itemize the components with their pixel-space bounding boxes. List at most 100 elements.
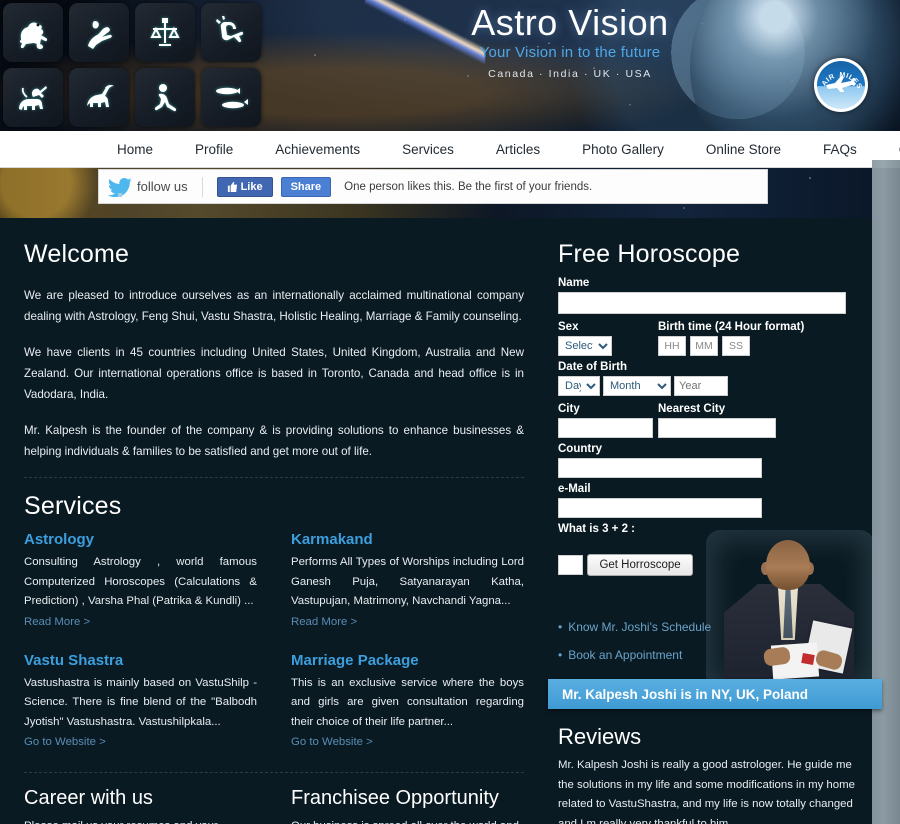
birth-minute-input[interactable]: MM: [690, 336, 718, 356]
service-readmore-link[interactable]: Read More >: [24, 616, 90, 628]
service-title[interactable]: Marriage Package: [291, 652, 524, 669]
service-readmore-link[interactable]: Read More >: [291, 616, 357, 628]
sex-select[interactable]: Select: [558, 336, 612, 356]
twitter-bird-icon[interactable]: [107, 177, 133, 197]
service-title[interactable]: Astrology: [24, 531, 257, 548]
service-website-link[interactable]: Go to Website >: [291, 736, 373, 748]
facebook-like-bar: follow us Like Share One person likes th…: [98, 169, 768, 204]
location-highlight-banner: Mr. Kalpesh Joshi is in NY, UK, Poland: [548, 679, 882, 709]
country-input[interactable]: [558, 458, 762, 478]
dob-month-select[interactable]: Month: [603, 376, 671, 396]
nav-item-online-store[interactable]: Online Store: [685, 131, 802, 168]
city-input[interactable]: [558, 418, 653, 438]
service-title[interactable]: Vastu Shastra: [24, 652, 257, 669]
divider: [201, 176, 203, 197]
services-heading: Services: [24, 492, 122, 520]
service-card-astrology: Astrology Consulting Astrology , world f…: [24, 531, 257, 630]
facebook-share-label: Share: [290, 180, 322, 193]
zodiac-sagittarius-icon[interactable]: [3, 68, 63, 127]
brand-countries: Canada · India · UK · USA: [488, 68, 652, 81]
zodiac-icon-grid: [0, 0, 264, 131]
schedule-link[interactable]: Know Mr. Joshi's Schedule: [558, 620, 872, 634]
service-description: This is an exclusive service where the b…: [291, 676, 524, 728]
career-block: Career with us Please mail us your resum…: [24, 787, 257, 824]
get-horoscope-button[interactable]: Get Horroscope: [587, 554, 693, 576]
page-root: Astro Vision Your Vision in to the futur…: [0, 0, 900, 824]
nav-item-photo-gallery[interactable]: Photo Gallery: [561, 131, 685, 168]
reviews-heading: Reviews: [558, 724, 642, 749]
right-column: Free Horoscope Name Sex Select Birth tim…: [548, 218, 882, 824]
franchisee-heading: Franchisee Opportunity: [291, 787, 499, 809]
planet-graphic: [690, 0, 900, 131]
follow-us-label: follow us: [137, 179, 188, 194]
brand-tagline: Your Vision in to the future: [479, 44, 661, 62]
service-website-link[interactable]: Go to Website >: [24, 736, 106, 748]
services-grid: Astrology Consulting Astrology , world f…: [24, 531, 524, 750]
dob-day-select[interactable]: Day: [558, 376, 600, 396]
zodiac-capricorn-icon[interactable]: [69, 68, 129, 127]
nav-item-profile[interactable]: Profile: [174, 131, 254, 168]
brand-title: Astro Vision: [471, 2, 669, 43]
franchisee-block: Franchisee Opportunity Our business is s…: [291, 787, 524, 824]
nav-item-faqs[interactable]: FAQs: [802, 131, 878, 168]
section-divider-2: [24, 772, 524, 773]
birth-time-label: Birth time (24 Hour format): [658, 321, 805, 333]
captcha-input[interactable]: [558, 555, 583, 575]
nav-item-articles[interactable]: Articles: [475, 131, 561, 168]
service-card-karmakand: Karmakand Performs All Types of Worships…: [291, 531, 524, 630]
welcome-paragraph-2: We have clients in 45 countries includin…: [24, 346, 524, 401]
air-miles-disc: AIR MILES: [817, 61, 865, 109]
zodiac-scorpio-icon[interactable]: [201, 3, 261, 62]
page-scroll-gutter[interactable]: [872, 160, 900, 824]
airplane-icon: [826, 76, 856, 92]
city-label: City: [558, 403, 580, 415]
social-strip: follow us Like Share One person likes th…: [0, 168, 900, 218]
thumbs-up-icon: [227, 181, 237, 192]
name-input[interactable]: [558, 292, 846, 314]
captcha-label: What is 3 + 2 :: [558, 523, 636, 535]
main-content: Welcome We are pleased to introduce ours…: [0, 218, 900, 824]
nav-item-achievements[interactable]: Achievements: [254, 131, 381, 168]
birth-hour-input[interactable]: HH: [658, 336, 686, 356]
free-horoscope-heading: Free Horoscope: [558, 240, 741, 268]
photo-ear-left: [761, 562, 770, 575]
facebook-share-button[interactable]: Share: [280, 176, 332, 197]
photo-ear-right: [805, 562, 814, 575]
photo-head: [766, 540, 810, 590]
welcome-paragraph-1: We are pleased to introduce ourselves as…: [24, 289, 524, 323]
facebook-like-label: Like: [240, 180, 263, 193]
facebook-like-button[interactable]: Like: [216, 176, 273, 197]
zodiac-aquarius-icon[interactable]: [135, 68, 195, 127]
service-description: Vastushastra is mainly based on VastuShi…: [24, 676, 257, 728]
zodiac-virgo-icon[interactable]: [69, 3, 129, 62]
left-column: Welcome We are pleased to introduce ours…: [0, 218, 548, 824]
air-miles-logo[interactable]: AIR MILES: [814, 58, 868, 112]
city-row: City Nearest City: [558, 398, 872, 438]
nav-item-home[interactable]: Home: [96, 131, 174, 168]
birth-second-input[interactable]: SS: [722, 336, 750, 356]
email-input[interactable]: [558, 498, 762, 518]
dob-year-input[interactable]: [674, 376, 728, 396]
zodiac-pisces-icon[interactable]: [201, 68, 261, 127]
welcome-paragraph-3: Mr. Kalpesh is the founder of the compan…: [24, 424, 524, 458]
opportunities-grid: Career with us Please mail us your resum…: [24, 787, 524, 824]
facebook-like-count-note: One person likes this. Be the first of y…: [344, 180, 593, 193]
franchisee-description: Our business is spread all over the worl…: [291, 816, 524, 824]
nearest-city-input[interactable]: [658, 418, 776, 438]
site-banner: Astro Vision Your Vision in to the futur…: [0, 0, 900, 131]
zodiac-libra-icon[interactable]: [135, 3, 195, 62]
date-of-birth-label: Date of Birth: [558, 361, 627, 373]
career-heading: Career with us: [24, 787, 153, 809]
nav-item-services[interactable]: Services: [381, 131, 475, 168]
welcome-heading: Welcome: [24, 240, 130, 268]
photo-glow: [706, 530, 874, 690]
country-label: Country: [558, 443, 603, 455]
brand-block: Astro Vision Your Vision in to the futur…: [420, 2, 720, 80]
appointment-link[interactable]: Book an Appointment: [558, 648, 872, 662]
reviews-block: Reviews Mr. Kalpesh Joshi is really a go…: [558, 724, 868, 824]
date-of-birth-row: Day Month: [558, 376, 872, 396]
service-title[interactable]: Karmakand: [291, 531, 524, 548]
review-text: Mr. Kalpesh Joshi is really a good astro…: [558, 759, 855, 824]
service-card-marriage-package: Marriage Package This is an exclusive se…: [291, 652, 524, 751]
zodiac-leo-icon[interactable]: [3, 3, 63, 62]
